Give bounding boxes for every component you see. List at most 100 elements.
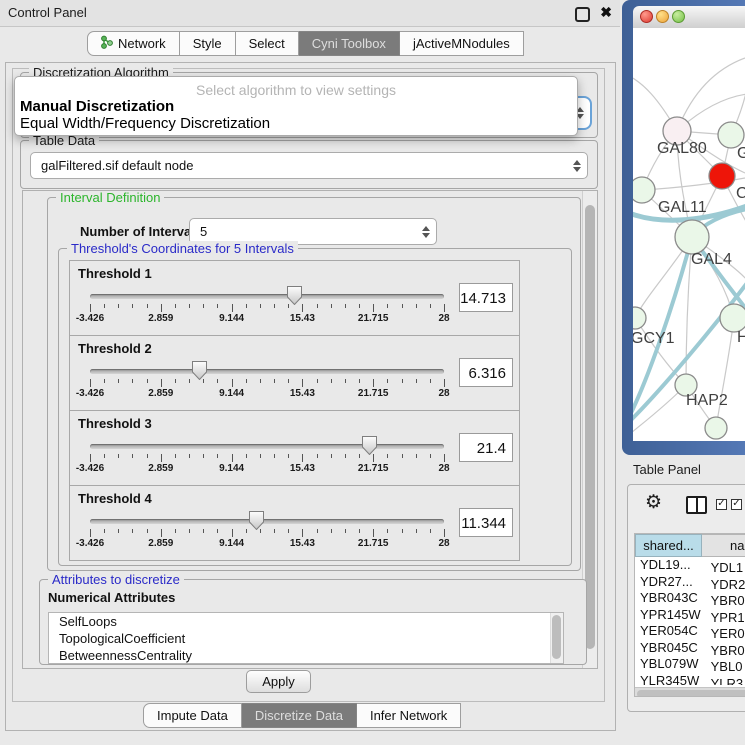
popup-item[interactable]: Manual Discretization: [15, 98, 577, 115]
slider-track[interactable]: [90, 519, 444, 524]
threshold-value-field[interactable]: 11.344: [459, 508, 513, 537]
minimize-traffic-light-icon[interactable]: [656, 10, 669, 23]
screen: Control Panel ✖ Network: [0, 0, 745, 745]
threshold-value-field[interactable]: 6.316: [459, 358, 513, 387]
tab-label: Select: [249, 36, 285, 51]
slider-track[interactable]: [90, 294, 444, 299]
table-row[interactable]: YBR043C YBR0: [635, 590, 745, 607]
tab[interactable]: Infer Network: [357, 703, 461, 728]
tab[interactable]: Impute Data: [143, 703, 242, 728]
tab-label: Infer Network: [370, 708, 447, 723]
cell-name: YDL1: [706, 560, 744, 575]
attributes-group: Attributes to discretize Numerical Attri…: [39, 579, 587, 665]
svg-text:GAL80: GAL80: [657, 140, 707, 157]
table-row[interactable]: YPR145W YPR1: [635, 607, 745, 624]
threshold-label: Threshold 3: [78, 416, 152, 431]
cell-shared-name: YBL079W: [635, 656, 702, 671]
table-panel: ⚙ ✓ ✓ shared... na YDL19... YDL1 YDR27..…: [627, 484, 745, 712]
table-row[interactable]: YDR27... YDR2: [635, 574, 745, 591]
checkbox-checked-icon[interactable]: ✓: [716, 499, 727, 510]
tab[interactable]: Select: [236, 31, 299, 56]
close-traffic-light-icon[interactable]: [640, 10, 653, 23]
cell-name: YBL0: [706, 659, 743, 674]
table-data-combobox[interactable]: galFiltered.sif default node: [30, 152, 588, 179]
node-table: shared... na YDL19... YDL1 YDR27... YDR2: [634, 533, 745, 697]
control-panel-titlebar: Control Panel ✖: [0, 0, 620, 27]
slider-thumb[interactable]: [287, 286, 302, 305]
tab[interactable]: Network: [87, 31, 180, 56]
slider-thumb[interactable]: [362, 436, 377, 455]
network-svg: GAL80GACGAL11GAL4GCY1HHAP2: [633, 28, 745, 441]
slider-track[interactable]: [90, 444, 444, 449]
table-panel-title: Table Panel: [633, 462, 701, 477]
slider-thumb[interactable]: [192, 361, 207, 380]
svg-text:GA: GA: [737, 145, 745, 162]
threshold-label: Threshold 4: [78, 491, 152, 506]
threshold-value-field[interactable]: 14.713: [459, 283, 513, 312]
threshold-label: Threshold 2: [78, 341, 152, 356]
table-row[interactable]: YLR345W YLR3: [635, 673, 745, 686]
combo-stepper-icon: [421, 226, 430, 238]
threshold-panel: Threshold 2 -3.4262.8599.14415.4321.7152…: [69, 335, 520, 411]
attribute-list[interactable]: SelfLoops TopologicalCoefficient Between…: [48, 612, 564, 664]
close-icon[interactable]: ✖: [600, 4, 612, 21]
threshold-value-field[interactable]: 21.4: [459, 433, 513, 462]
threshold-panel: Threshold 4 -3.4262.8599.14415.4321.7152…: [69, 485, 520, 561]
threshold-panel: Threshold 1 -3.4262.8599.14415.4321.7152…: [69, 260, 520, 336]
checkbox-checked-icon[interactable]: ✓: [731, 499, 742, 510]
svg-text:GCY1: GCY1: [633, 330, 675, 347]
tab-label: Impute Data: [157, 708, 228, 723]
top-tab-bar: Network Style: [87, 31, 524, 56]
attribute-list-item[interactable]: SelfLoops: [49, 613, 563, 630]
cell-shared-name: YER054C: [635, 623, 702, 638]
svg-text:H: H: [737, 329, 745, 346]
group-title: Attributes to discretize: [48, 572, 184, 587]
scrollbar-thumb[interactable]: [552, 615, 561, 659]
attribute-list-item[interactable]: TopologicalCoefficient: [49, 630, 563, 647]
num-intervals-label: Number of Intervals: [80, 224, 202, 239]
numerical-attributes-label: Numerical Attributes: [48, 590, 175, 605]
network-window-titlebar: [633, 6, 745, 28]
popup-hint: Select algorithm to view settings: [15, 77, 577, 98]
attribute-list-item[interactable]: BetweennessCentrality: [49, 647, 563, 664]
tab[interactable]: Style: [180, 31, 236, 56]
cell-shared-name: YPR145W: [635, 607, 702, 622]
float-window-icon[interactable]: [575, 7, 590, 22]
cell-shared-name: YDL19...: [635, 557, 702, 572]
scrollbar-thumb[interactable]: [637, 690, 745, 698]
network-icon: [101, 35, 113, 52]
bottom-tab-bar: Impute Data Discretize Data Infer Networ…: [143, 703, 461, 728]
popup-item-list: Manual Discretization Equal Width/Freque…: [15, 98, 577, 132]
interval-definition-group: Interval Definition Number of Intervals …: [47, 197, 581, 571]
column-header-shared-name[interactable]: shared...: [635, 534, 702, 557]
cell-shared-name: YBR045C: [635, 640, 702, 655]
combo-stepper-icon: [572, 160, 581, 172]
gear-icon[interactable]: ⚙: [645, 493, 662, 512]
table-row[interactable]: YBR045C YBR0: [635, 640, 745, 657]
attribute-list-scrollbar[interactable]: [550, 613, 563, 663]
table-row[interactable]: YDL19... YDL1: [635, 557, 745, 574]
table-row[interactable]: YBL079W YBL0: [635, 656, 745, 673]
network-canvas[interactable]: GAL80GACGAL11GAL4GCY1HHAP2: [633, 28, 745, 441]
tab[interactable]: Cyni Toolbox: [299, 31, 400, 56]
tab-label: Cyni Toolbox: [312, 36, 386, 51]
group-title: Threshold's Coordinates for 5 Intervals: [67, 241, 298, 256]
cell-name: YBR0: [706, 593, 745, 608]
slider-thumb[interactable]: [249, 511, 264, 530]
column-header-name[interactable]: na: [702, 534, 745, 557]
tab[interactable]: Discretize Data: [242, 703, 357, 728]
horizontal-scrollbar[interactable]: [635, 687, 745, 697]
cell-name: YLR3: [706, 676, 744, 686]
popup-item[interactable]: Equal Width/Frequency Discretization: [15, 115, 577, 132]
apply-button[interactable]: Apply: [246, 670, 311, 693]
combo-value: galFiltered.sif default node: [41, 153, 193, 178]
threshold-label: Threshold 1: [78, 266, 152, 281]
zoom-traffic-light-icon[interactable]: [672, 10, 685, 23]
tab[interactable]: jActiveMNodules: [400, 31, 524, 56]
slider-track[interactable]: [90, 369, 444, 374]
cell-shared-name: YLR345W: [635, 673, 702, 686]
threshold-panel: Threshold 3 -3.4262.8599.14415.4321.7152…: [69, 410, 520, 486]
columns-icon[interactable]: [686, 496, 707, 514]
cell-shared-name: YDR27...: [635, 574, 702, 589]
table-row[interactable]: YER054C YER0: [635, 623, 745, 640]
